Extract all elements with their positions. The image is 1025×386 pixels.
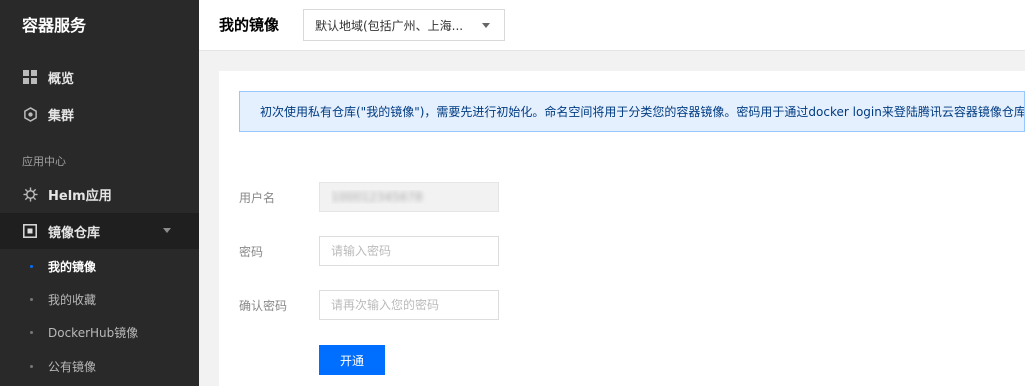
cluster-icon — [22, 106, 38, 122]
main-panel: 初次使用私有仓库("我的镜像")，需要先进行初始化。命名空间将用于分类您的容器镜… — [219, 71, 1025, 386]
sidebar-subitem-my-images[interactable]: 我的镜像 — [0, 250, 199, 283]
confirm-password-field[interactable] — [319, 290, 499, 320]
password-label: 密码 — [239, 245, 264, 259]
sidebar-subitem-label: 公有镜像 — [48, 360, 97, 374]
password-field[interactable] — [319, 236, 499, 266]
confirm-password-label: 确认密码 — [239, 299, 288, 313]
sidebar-item-label: 镜像仓库 — [48, 225, 101, 241]
helm-icon — [22, 186, 38, 202]
sidebar-subitem-public-images[interactable]: 公有镜像 — [0, 350, 199, 383]
bullet-dot — [30, 331, 33, 334]
sidebar: 容器服务 概览 集群 应用中心 Helm应用 镜像仓库 我的镜像 我的收藏 Do… — [0, 0, 199, 386]
brand-title: 容器服务 — [22, 16, 87, 35]
bullet-dot — [30, 265, 33, 268]
sidebar-subitem-label: 我的镜像 — [48, 260, 97, 274]
username-label: 用户名 — [239, 191, 276, 205]
sidebar-subitem-favorites[interactable]: 我的收藏 — [0, 283, 199, 316]
notice-text: 初次使用私有仓库("我的镜像")，需要先进行初始化。命名空间将用于分类您的容器镜… — [260, 105, 1025, 119]
sidebar-item-registry[interactable]: 镜像仓库 — [0, 213, 199, 249]
sidebar-item-label: 集群 — [48, 108, 75, 124]
sidebar-item-label: Helm应用 — [48, 188, 112, 204]
sidebar-item-cluster[interactable]: 集群 — [0, 96, 199, 132]
sidebar-subitem-label: 我的收藏 — [48, 293, 97, 307]
dropdown-arrow-icon — [482, 23, 490, 28]
section-label-app-center: 应用中心 — [22, 155, 66, 168]
region-select-value: 默认地域(包括广州、上海... — [315, 18, 464, 33]
grid-icon — [22, 69, 38, 85]
username-field — [319, 182, 499, 212]
page-title: 我的镜像 — [219, 16, 280, 34]
sidebar-subitem-dockerhub[interactable]: DockerHub镜像 — [0, 316, 199, 349]
region-select[interactable]: 默认地域(包括广州、上海... — [303, 9, 505, 41]
bullet-dot — [30, 365, 33, 368]
sidebar-item-overview[interactable]: 概览 — [0, 59, 199, 95]
info-notice: 初次使用私有仓库("我的镜像")，需要先进行初始化。命名空间将用于分类您的容器镜… — [239, 91, 1025, 132]
sidebar-subitem-label: DockerHub镜像 — [48, 326, 139, 340]
activate-button[interactable]: 开通 — [319, 345, 385, 375]
bullet-dot — [30, 298, 33, 301]
registry-icon — [22, 223, 38, 239]
top-bar: 我的镜像 默认地域(包括广州、上海... — [199, 0, 1025, 51]
chevron-down-icon — [163, 228, 171, 233]
sidebar-item-helm[interactable]: Helm应用 — [0, 176, 199, 212]
sidebar-item-label: 概览 — [48, 71, 75, 87]
